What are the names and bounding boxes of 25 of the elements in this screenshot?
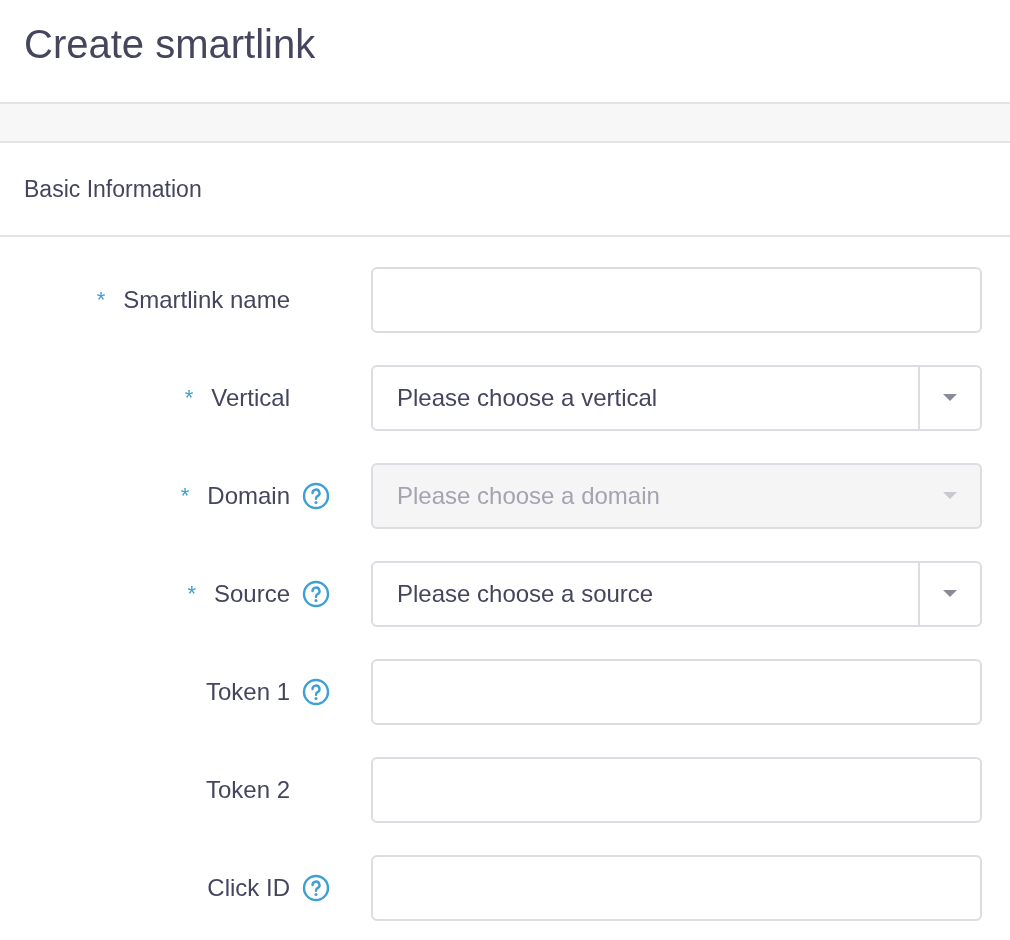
field-label: Vertical (211, 384, 290, 412)
dropdown-select[interactable]: Please choose a source (371, 561, 982, 627)
field-label: Smartlink name (123, 286, 290, 314)
help-icon[interactable] (302, 580, 330, 608)
field-label: Token 1 (205, 678, 290, 706)
section-title: Basic Information (24, 175, 202, 203)
dropdown-select[interactable]: Please choose a vertical (371, 365, 982, 431)
required-asterisk: * (184, 385, 194, 411)
text-input[interactable] (371, 855, 982, 921)
caret-icon (943, 492, 957, 500)
required-asterisk: * (187, 581, 196, 607)
help-icon[interactable] (302, 874, 330, 902)
field-label: Click ID (207, 874, 290, 902)
caret-icon (943, 394, 957, 402)
help-icon[interactable] (302, 678, 330, 706)
text-input[interactable] (371, 757, 982, 823)
text-input[interactable] (371, 267, 982, 333)
page-title: Create smartlink (24, 22, 317, 67)
required-asterisk: * (96, 287, 106, 313)
field-label: Domain (207, 482, 290, 510)
required-asterisk: * (180, 483, 190, 509)
field-label: Token 2 (205, 776, 290, 804)
field-label: Source (213, 580, 290, 608)
text-input[interactable] (371, 659, 982, 725)
caret-icon (943, 590, 957, 598)
